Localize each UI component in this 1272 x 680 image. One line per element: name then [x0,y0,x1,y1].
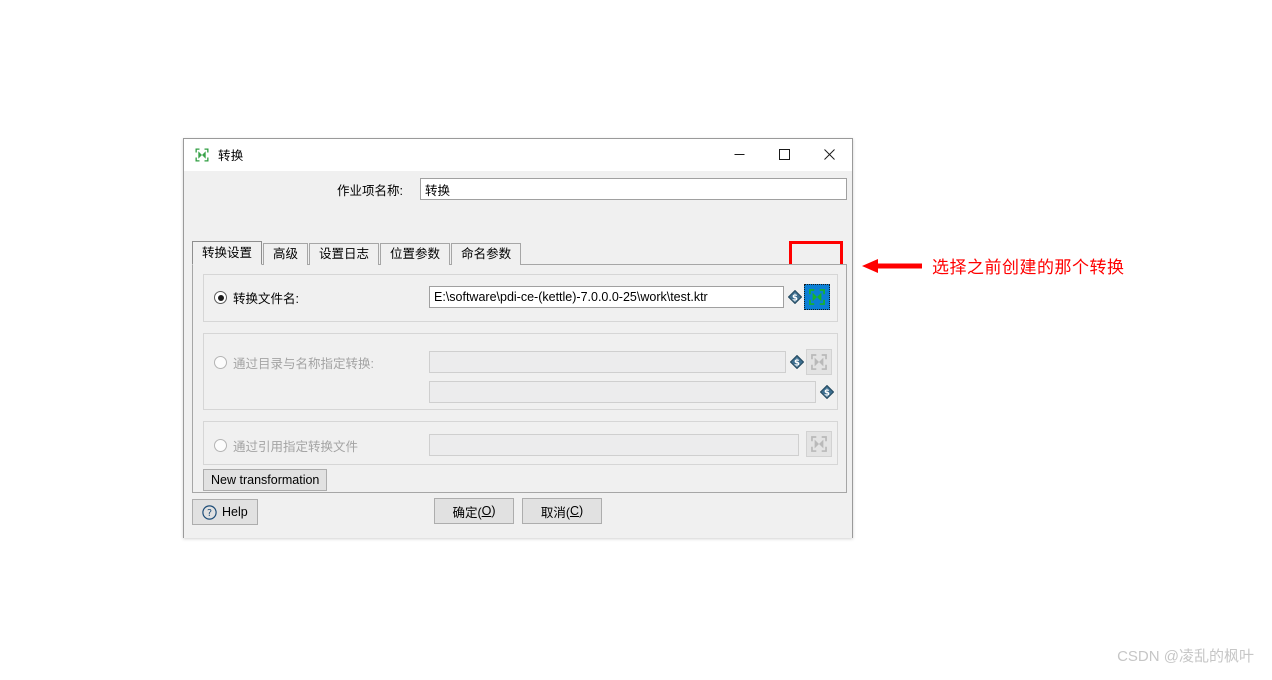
dialog-body: 作业项名称: 转换设置 高级 设置日志 位置参数 命名参数 转换文件名: [184,171,852,538]
select-transformation-by-directory-button[interactable] [806,349,832,375]
cancel-button-label-prefix: 取消( [540,505,570,520]
cancel-button-mnemonic: C [569,504,580,518]
ok-button-label-prefix: 确定( [452,505,482,520]
annotation-text: 选择之前创建的那个转换 [932,258,1125,277]
question-circle-icon: ? [202,504,217,520]
tab-folder: 转换设置 高级 设置日志 位置参数 命名参数 转换文件名: $ [192,241,847,493]
job-name-label: 作业项名称: [337,183,403,198]
dialog-title: 转换 [218,149,244,163]
radio-row-by-reference[interactable]: 通过引用指定转换文件 [214,436,358,455]
tab-advanced[interactable]: 高级 [263,243,309,265]
transformation-select-icon [811,436,827,452]
tab-named-parameters[interactable]: 命名参数 [451,243,522,265]
transformation-directory-input[interactable] [429,351,786,373]
cancel-button[interactable]: 取消(C) [522,498,602,524]
radio-by-directory[interactable] [214,356,227,369]
job-name-input[interactable] [420,178,847,200]
job-name-row: 作业项名称: [184,177,852,201]
radio-row-by-filename[interactable]: 转换文件名: [214,288,299,307]
transformation-icon [195,148,209,161]
svg-text:$: $ [824,388,830,398]
watermark: CSDN @凌乱的枫叶 [1117,648,1254,665]
svg-text:$: $ [792,293,798,303]
transformation-job-entry-dialog: 转换 作业项名称: 转换 转换设置 高级 设置日志 位置参数 命名参数 转换文件… [183,138,853,538]
tab-strip: 转换设置 高级 设置日志 位置参数 命名参数 [192,241,847,265]
window-controls [717,139,852,170]
ok-button-mnemonic: O [481,504,492,518]
svg-text:$: $ [794,358,800,368]
radio-label-by-filename: 转换文件名: [233,292,299,306]
select-transformation-by-reference-button[interactable] [806,431,832,457]
maximize-icon [779,149,790,160]
tab-logging[interactable]: 设置日志 [309,243,380,265]
help-button-label: Help [222,505,248,519]
group-by-reference: 通过引用指定转换文件 [203,421,838,465]
variable-diamond-icon[interactable]: $ [820,385,834,399]
transformation-name-input[interactable] [429,381,816,403]
minimize-button[interactable] [717,139,762,170]
close-button[interactable] [807,139,852,170]
variable-diamond-icon[interactable]: $ [788,290,802,304]
cancel-button-label-suffix: ) [579,504,584,518]
variable-diamond-icon[interactable]: $ [790,355,804,369]
tab-positional-parameters[interactable]: 位置参数 [380,243,451,265]
dialog-titlebar: 转换 [184,139,852,171]
radio-label-by-directory: 通过目录与名称指定转换: [233,357,374,371]
transformation-reference-input[interactable] [429,434,799,456]
new-transformation-button[interactable]: New transformation [203,469,328,491]
radio-by-filename[interactable] [214,291,227,304]
minimize-icon [734,154,745,155]
left-arrow-icon [862,258,922,273]
transformation-select-icon [811,354,827,370]
svg-text:?: ? [207,508,212,519]
help-button[interactable]: ? Help [192,499,258,525]
group-by-directory-and-name: 通过目录与名称指定转换: $ $ [203,333,838,410]
radio-by-reference[interactable] [214,439,227,452]
tab-transformation-settings[interactable]: 转换设置 [192,241,263,265]
group-by-filename: 转换文件名: $ [203,274,838,322]
ok-button[interactable]: 确定(O) [434,498,514,524]
transformation-filename-input[interactable] [429,286,784,308]
maximize-button[interactable] [762,139,807,170]
select-transformation-file-button[interactable] [804,284,830,310]
annotation: 选择之前创建的那个转换 [862,253,1125,278]
tab-content-transformation-settings: 转换文件名: $ [192,264,847,493]
close-icon [824,149,835,160]
ok-button-label-suffix: ) [491,504,496,518]
transformation-select-icon [809,289,825,305]
radio-label-by-reference: 通过引用指定转换文件 [233,440,359,454]
radio-row-by-directory[interactable]: 通过目录与名称指定转换: [214,353,374,372]
